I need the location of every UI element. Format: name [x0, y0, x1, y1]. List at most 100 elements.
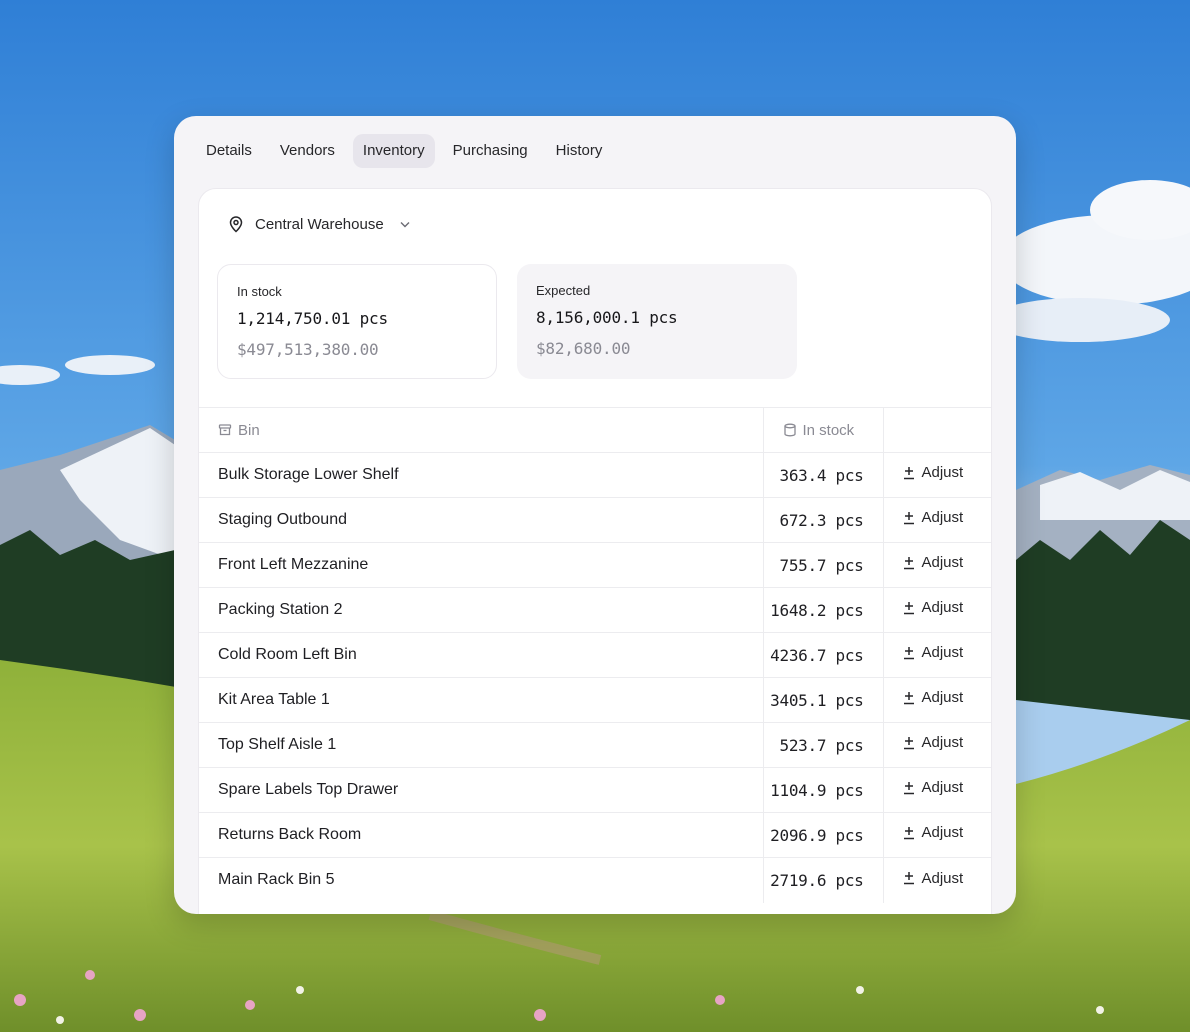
bin-name-cell: Spare Labels Top Drawer	[199, 767, 764, 813]
bin-name-cell: Top Shelf Aisle 1	[199, 722, 764, 768]
plus-minus-icon	[902, 465, 916, 481]
adjust-label: Adjust	[921, 599, 964, 617]
table-row: Kit Area Table 1 3405.1 pcs Adjust	[199, 677, 991, 723]
bin-stock-cell: 363.4 pcs	[763, 452, 884, 498]
map-pin-icon	[227, 215, 245, 233]
bin-stock-cell: 523.7 pcs	[763, 722, 884, 768]
plus-minus-icon	[902, 690, 916, 706]
table-row: Spare Labels Top Drawer 1104.9 pcs Adjus…	[199, 767, 991, 813]
plus-minus-icon	[902, 780, 916, 796]
item-detail-card: Details Vendors Inventory Purchasing His…	[174, 116, 1016, 914]
expected-stat-card: Expected 8,156,000.1 pcs $82,680.00	[517, 264, 797, 379]
adjust-button[interactable]: Adjust	[902, 734, 964, 752]
in-stock-stat-card: In stock 1,214,750.01 pcs $497,513,380.0…	[217, 264, 497, 379]
plus-minus-icon	[902, 735, 916, 751]
in-stock-column-header[interactable]: In stock	[763, 407, 884, 453]
in-stock-header-label: In stock	[802, 421, 855, 439]
adjust-label: Adjust	[921, 554, 964, 572]
plus-minus-icon	[902, 600, 916, 616]
bins-table-body: Bulk Storage Lower Shelf 363.4 pcs Adjus…	[199, 452, 991, 903]
actions-column-header	[883, 407, 991, 453]
bin-name-cell: Packing Station 2	[199, 587, 764, 633]
table-header-row: Bin In stock	[199, 407, 991, 453]
table-row: Packing Station 2 1648.2 pcs Adjust	[199, 587, 991, 633]
adjust-cell: Adjust	[883, 542, 991, 588]
bin-stock-cell: 3405.1 pcs	[763, 677, 884, 723]
adjust-cell: Adjust	[883, 632, 991, 678]
bin-name-cell: Kit Area Table 1	[199, 677, 764, 723]
expected-value: $82,680.00	[536, 339, 631, 358]
expected-quantity: 8,156,000.1 pcs	[536, 308, 678, 327]
adjust-label: Adjust	[921, 509, 964, 527]
table-row: Cold Room Left Bin 4236.7 pcs Adjust	[199, 632, 991, 678]
adjust-button[interactable]: Adjust	[902, 509, 964, 527]
adjust-label: Adjust	[921, 644, 964, 662]
adjust-cell: Adjust	[883, 497, 991, 543]
table-row: Staging Outbound 672.3 pcs Adjust	[199, 497, 991, 543]
bins-table: Bin In stock Bulk Storage Lower Shelf 36…	[199, 407, 991, 903]
adjust-button[interactable]: Adjust	[902, 869, 964, 887]
adjust-button[interactable]: Adjust	[902, 464, 964, 482]
tab-purchasing[interactable]: Purchasing	[443, 134, 538, 168]
table-row: Bulk Storage Lower Shelf 363.4 pcs Adjus…	[199, 452, 991, 498]
adjust-cell: Adjust	[883, 857, 991, 903]
location-name: Central Warehouse	[255, 215, 384, 233]
expected-label: Expected	[536, 283, 591, 298]
tab-bar: Details Vendors Inventory Purchasing His…	[196, 134, 612, 168]
adjust-button[interactable]: Adjust	[902, 779, 964, 797]
adjust-button[interactable]: Adjust	[902, 554, 964, 572]
bin-name-cell: Returns Back Room	[199, 812, 764, 858]
bin-stock-cell: 2719.6 pcs	[763, 857, 884, 903]
plus-minus-icon	[902, 870, 916, 886]
in-stock-quantity: 1,214,750.01 pcs	[237, 309, 388, 328]
bin-stock-cell: 755.7 pcs	[763, 542, 884, 588]
tab-vendors[interactable]: Vendors	[270, 134, 345, 168]
adjust-button[interactable]: Adjust	[902, 644, 964, 662]
adjust-cell: Adjust	[883, 767, 991, 813]
bin-name-cell: Cold Room Left Bin	[199, 632, 764, 678]
inventory-panel: Central Warehouse In stock 1,214,750.01 …	[198, 188, 992, 914]
adjust-cell: Adjust	[883, 587, 991, 633]
bin-stock-cell: 2096.9 pcs	[763, 812, 884, 858]
adjust-label: Adjust	[921, 869, 964, 887]
bin-name-cell: Front Left Mezzanine	[199, 542, 764, 588]
table-row: Front Left Mezzanine 755.7 pcs Adjust	[199, 542, 991, 588]
adjust-cell: Adjust	[883, 677, 991, 723]
plus-minus-icon	[902, 825, 916, 841]
table-row: Main Rack Bin 5 2719.6 pcs Adjust	[199, 857, 991, 903]
in-stock-value: $497,513,380.00	[237, 340, 379, 359]
plus-minus-icon	[902, 510, 916, 526]
bin-column-header[interactable]: Bin	[199, 407, 764, 453]
bin-name-cell: Main Rack Bin 5	[199, 857, 764, 903]
adjust-label: Adjust	[921, 689, 964, 707]
tab-history[interactable]: History	[546, 134, 613, 168]
bin-header-label: Bin	[238, 421, 260, 439]
adjust-button[interactable]: Adjust	[902, 599, 964, 617]
bin-stock-cell: 1104.9 pcs	[763, 767, 884, 813]
bin-stock-cell: 1648.2 pcs	[763, 587, 884, 633]
table-row: Returns Back Room 2096.9 pcs Adjust	[199, 812, 991, 858]
adjust-button[interactable]: Adjust	[902, 689, 964, 707]
adjust-cell: Adjust	[883, 812, 991, 858]
plus-minus-icon	[902, 555, 916, 571]
adjust-cell: Adjust	[883, 722, 991, 768]
archive-box-icon	[218, 423, 232, 437]
adjust-label: Adjust	[921, 734, 964, 752]
adjust-label: Adjust	[921, 464, 964, 482]
adjust-label: Adjust	[921, 779, 964, 797]
tab-details[interactable]: Details	[196, 134, 262, 168]
in-stock-label: In stock	[237, 284, 282, 299]
adjust-button[interactable]: Adjust	[902, 824, 964, 842]
bin-name-cell: Staging Outbound	[199, 497, 764, 543]
bin-stock-cell: 4236.7 pcs	[763, 632, 884, 678]
tab-inventory[interactable]: Inventory	[352, 134, 435, 168]
cylinder-icon	[783, 423, 797, 437]
bin-name-cell: Bulk Storage Lower Shelf	[199, 452, 764, 498]
adjust-label: Adjust	[921, 824, 964, 842]
chevron-down-icon	[398, 217, 412, 231]
adjust-cell: Adjust	[883, 452, 991, 498]
bin-stock-cell: 672.3 pcs	[763, 497, 884, 543]
plus-minus-icon	[902, 645, 916, 661]
table-row: Top Shelf Aisle 1 523.7 pcs Adjust	[199, 722, 991, 768]
location-selector[interactable]: Central Warehouse	[227, 215, 412, 233]
